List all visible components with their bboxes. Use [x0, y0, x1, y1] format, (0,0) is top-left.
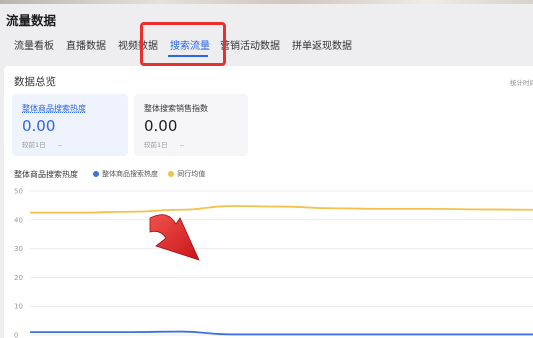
line-chart: 0 10 20 30 40 50 [14, 188, 533, 338]
y-tick-label: 20 [14, 274, 23, 282]
y-tick-label: 30 [14, 245, 23, 253]
highlight-box [140, 22, 226, 66]
y-tick-label: 0 [14, 332, 18, 338]
series-line-peer-average [29, 205, 533, 214]
y-tick-label: 40 [14, 216, 23, 224]
y-tick-label: 50 [14, 188, 23, 196]
y-tick-label: 10 [14, 303, 23, 311]
series-line-search-heat [30, 330, 533, 336]
